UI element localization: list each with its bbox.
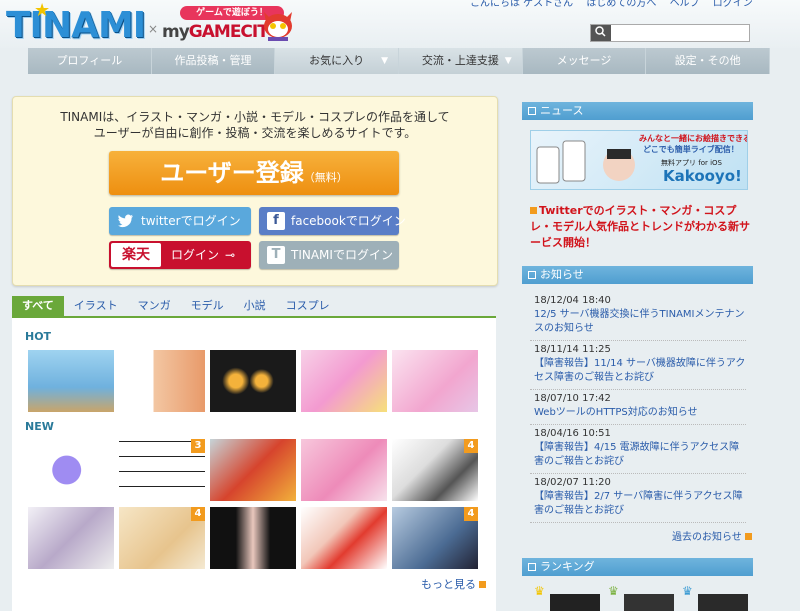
new-thumb-6[interactable] [28, 507, 114, 569]
new-thumb-10[interactable]: 4 [392, 507, 478, 569]
new-thumb-4[interactable] [301, 439, 387, 501]
hot-thumb-2[interactable] [119, 350, 205, 412]
twitter-bird-icon [117, 212, 135, 230]
new-count-badge: 4 [191, 507, 205, 521]
crown-silver-icon: ♛ [608, 584, 619, 598]
ranking-thumb-1[interactable] [550, 594, 600, 611]
nav-messages[interactable]: メッセージ [523, 48, 647, 74]
notice-item[interactable]: 18/04/16 10:51 【障害報告】4/15 電源故障に伴うアクセス障害のご… [530, 425, 746, 474]
new-label: NEW [25, 420, 54, 433]
new-thumb-9[interactable] [301, 507, 387, 569]
search-input[interactable] [613, 25, 745, 39]
register-button[interactable]: ユーザー登録（無料） [109, 151, 399, 195]
rakuten-login-button[interactable]: 楽天 ログイン ⊸ [109, 241, 251, 269]
cross-mark: × [148, 22, 159, 36]
new-thumb-3[interactable] [210, 439, 296, 501]
category-tabs: すべて イラスト マンガ モデル 小説 コスプレ [12, 296, 496, 318]
facebook-icon: f [267, 212, 285, 230]
notice-item[interactable]: 18/07/10 17:42 WebツールのHTTPS対応のお知らせ [530, 390, 746, 425]
dropdown-arrow-icon: ▼ [504, 56, 512, 66]
crown-bronze-icon: ♛ [682, 584, 693, 598]
arrow-square-icon [479, 581, 486, 588]
arrow-square-icon [530, 207, 537, 214]
rakuten-logo: 楽天 [111, 243, 161, 267]
new-thumb-7[interactable]: 4 [119, 507, 205, 569]
more-link[interactable]: もっと見る [421, 576, 486, 592]
notices-header: お知らせ [522, 266, 753, 284]
tab-illust[interactable]: イラスト [64, 296, 128, 316]
square-marker-icon [528, 271, 536, 279]
notice-item[interactable]: 18/12/04 18:40 12/5 サーバ機器交換に伴うTINAMIメンテナン… [530, 292, 746, 341]
mascot-cat-icon [264, 12, 292, 41]
new-thumb-5[interactable]: 4 [392, 439, 478, 501]
site-description: TINAMIは、イラスト・マンガ・小説・モデル・コスプレの作品を通して ユーザー… [60, 110, 450, 140]
hot-thumb-1[interactable] [28, 350, 114, 412]
square-marker-icon [528, 563, 536, 571]
news-item-link[interactable]: Twitterでのイラスト・マンガ・コスプレ・モデル人気作品とトレンドがわかる新… [530, 203, 750, 251]
past-notices-link[interactable]: 過去のお知らせ [672, 528, 752, 543]
nav-community[interactable]: 交流・上達支援 ▼ [399, 48, 523, 74]
banner-app-name: Kakooyo! [663, 167, 742, 185]
square-marker-icon [528, 107, 536, 115]
login-link[interactable]: ログイン [713, 0, 753, 9]
news-header: ニュース [522, 102, 753, 120]
hot-thumb-4[interactable] [301, 350, 387, 412]
ranking-thumb-3[interactable] [698, 594, 748, 611]
facebook-login-button[interactable]: f facebookでログイン [259, 207, 406, 235]
notices-list: 18/12/04 18:40 12/5 サーバ機器交換に伴うTINAMIメンテナン… [530, 292, 746, 523]
ranking-thumbnails: ♛ ♛ ♛ [530, 582, 750, 611]
notice-item[interactable]: 18/02/07 11:20 【障害報告】2/7 サーバ障害に伴うアクセス障害のご… [530, 474, 746, 523]
beginners-link[interactable]: はじめての方へ [586, 0, 656, 9]
ranking-header: ランキング [522, 558, 753, 576]
greeting-link[interactable]: こんにちは ゲストさん [470, 0, 573, 9]
new-thumb-1[interactable] [28, 439, 114, 501]
nav-works-manage[interactable]: 作品投稿・管理 [152, 48, 276, 74]
new-count-badge: 3 [191, 439, 205, 453]
works-gallery: HOT NEW 3 4 4 4 もっと見る [12, 318, 496, 611]
new-thumb-8[interactable] [210, 507, 296, 569]
search-icon[interactable] [591, 25, 611, 41]
nav-favorites[interactable]: お気に入り ▼ [275, 48, 400, 74]
star-icon: ★ [34, 0, 51, 21]
hot-thumb-5[interactable] [392, 350, 478, 412]
header: TINAMI ★ × ゲームで遊ぼう！ myGAMECITY こんにちは ゲスト… [0, 0, 800, 48]
search-box [590, 24, 750, 42]
new-count-badge: 4 [464, 507, 478, 521]
ranking-thumb-2[interactable] [624, 594, 674, 611]
tinami-t-icon: T [267, 246, 285, 264]
new-thumb-2[interactable]: 3 [119, 439, 205, 501]
main-nav: プロフィール 作品投稿・管理 お気に入り ▼ 交流・上達支援 ▼ メッセージ 設定・… [28, 48, 771, 74]
intro-panel: TINAMIは、イラスト・マンガ・小説・モデル・コスプレの作品を通して ユーザー… [12, 96, 498, 286]
tab-novel[interactable]: 小説 [234, 296, 276, 316]
arrow-square-icon [744, 533, 752, 540]
kakooyo-banner[interactable]: みんなと一緒にお絵描きできる！ どこでも簡単ライブ配信！ 無料アプリ for i… [530, 130, 748, 190]
tab-model[interactable]: モデル [181, 296, 234, 316]
banner-line2: どこでも簡単ライブ配信！ [643, 145, 739, 154]
tinami-logo[interactable]: TINAMI [6, 6, 146, 46]
key-icon: ⊸ [225, 248, 236, 262]
crown-gold-icon: ♛ [534, 584, 545, 598]
twitter-login-button[interactable]: twitterでログイン [109, 207, 251, 235]
top-links: こんにちは ゲストさん はじめての方へ ヘルプ ログイン [470, 0, 800, 9]
notice-item[interactable]: 18/11/14 11:25 【障害報告】11/14 サーバ機器故障に伴うアクセス… [530, 341, 746, 390]
hot-thumb-3[interactable] [210, 350, 296, 412]
nav-profile[interactable]: プロフィール [28, 48, 152, 74]
dropdown-arrow-icon: ▼ [381, 56, 389, 66]
banner-line1: みんなと一緒にお絵描きできる！ [639, 134, 748, 143]
hot-label: HOT [25, 330, 52, 343]
tab-cosplay[interactable]: コスプレ [276, 296, 340, 316]
tab-all[interactable]: すべて [12, 296, 64, 316]
tab-manga[interactable]: マンガ [128, 296, 181, 316]
nav-settings[interactable]: 設定・その他 [646, 48, 771, 74]
help-link[interactable]: ヘルプ [670, 0, 700, 9]
new-count-badge: 4 [464, 439, 478, 453]
tinami-login-button[interactable]: T TINAMIでログイン [259, 241, 399, 269]
